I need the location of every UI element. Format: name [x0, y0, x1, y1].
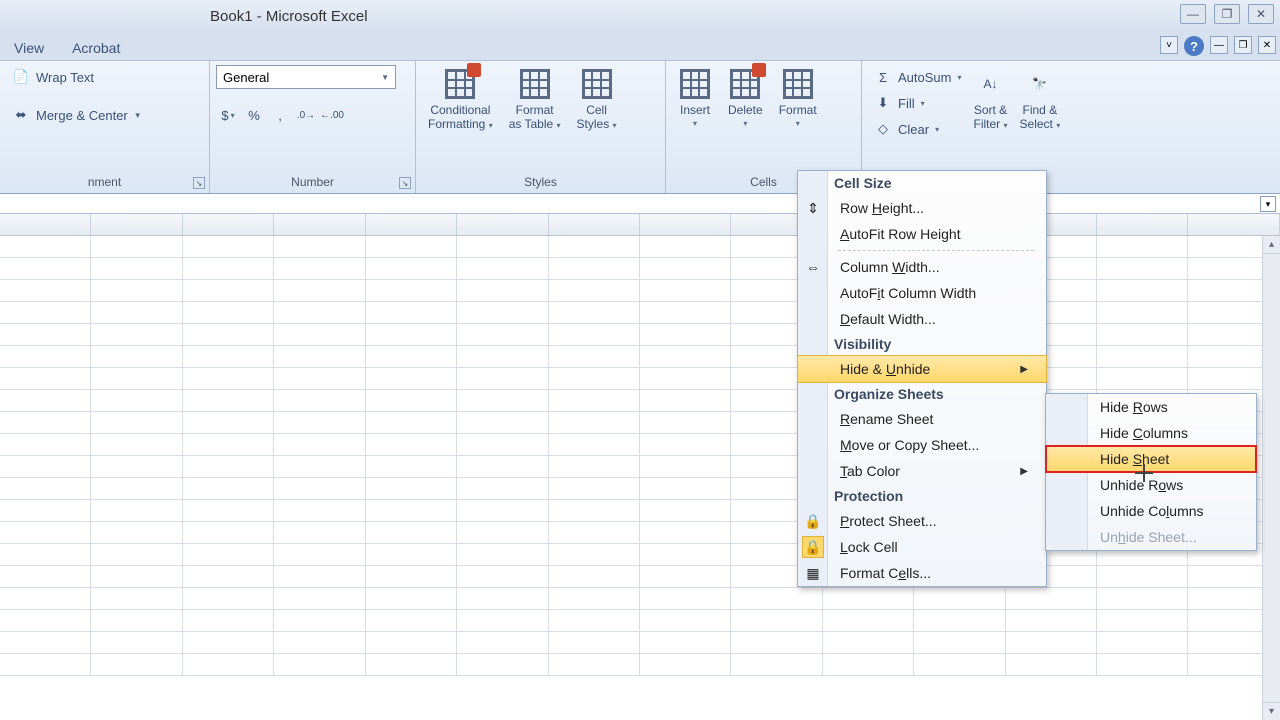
format-icon [781, 67, 815, 101]
increase-decimal-button[interactable]: .0→ [294, 103, 318, 127]
format-cells-icon: ▦ [802, 562, 824, 584]
insert-button[interactable]: Insert▾ [672, 65, 718, 131]
delete-icon [728, 67, 762, 101]
cell-styles-icon [580, 67, 614, 101]
merge-center-button[interactable]: ⬌ Merge & Center ▼ [6, 103, 203, 127]
find-select-button[interactable]: 🔭 Find &Select ▾ [1014, 65, 1067, 141]
column-width-icon: ⇔ [802, 256, 824, 278]
chevron-down-icon: ▼ [134, 111, 142, 120]
menu-hide-sheet[interactable]: Hide Sheet [1046, 446, 1256, 472]
submenu-arrow-icon: ▶ [1020, 364, 1028, 375]
menu-section-organize: Organize Sheets [798, 382, 1046, 406]
group-styles: ConditionalFormatting ▾ Formatas Table ▾… [416, 61, 666, 193]
formula-bar[interactable]: ▾ [0, 194, 1280, 214]
menu-format-cells[interactable]: ▦Format Cells... [798, 560, 1046, 586]
column-headers[interactable] [0, 214, 1280, 236]
chevron-down-icon: ▼ [381, 73, 389, 82]
vertical-scrollbar[interactable]: ▴ ▾ [1262, 236, 1280, 720]
row-height-icon: ⇕ [802, 197, 824, 219]
close-button[interactable]: ✕ [1248, 4, 1274, 24]
tab-view[interactable]: View [0, 36, 58, 60]
menu-hide-unhide[interactable]: Hide & Unhide▶ [797, 355, 1047, 383]
menu-autofit-column-width[interactable]: AutoFit Column Width [798, 280, 1046, 306]
maximize-button[interactable]: ❐ [1214, 4, 1240, 24]
window-title: Book1 - Microsoft Excel [210, 8, 368, 25]
comma-button[interactable]: , [268, 103, 292, 127]
format-as-table-button[interactable]: Formatas Table ▾ [503, 65, 567, 134]
scroll-up-icon[interactable]: ▴ [1263, 236, 1280, 254]
merge-icon: ⬌ [12, 106, 30, 124]
wrap-text-button[interactable]: 📄 Wrap Text [6, 65, 203, 89]
menu-tab-color[interactable]: Tab Color▶ [798, 458, 1046, 484]
menu-unhide-columns[interactable]: Unhide Columns [1046, 498, 1256, 524]
group-label-number: Number [216, 175, 409, 191]
wrap-text-icon: 📄 [12, 68, 30, 86]
delete-button[interactable]: Delete▾ [722, 65, 769, 131]
lock-cell-icon: 🔒 [802, 536, 824, 558]
hide-unhide-submenu: Hide Rows Hide Columns Hide Sheet Unhide… [1045, 393, 1257, 551]
ribbon-collapse-icon[interactable]: ˅ [1160, 36, 1178, 54]
group-label-styles: Styles [422, 175, 659, 191]
sigma-icon: Σ [874, 68, 892, 86]
menu-default-width[interactable]: Default Width... [798, 306, 1046, 332]
currency-button[interactable]: $▾ [216, 103, 240, 127]
ribbon: 📄 Wrap Text ⬌ Merge & Center ▼ nment ↘ G… [0, 60, 1280, 194]
group-alignment: 📄 Wrap Text ⬌ Merge & Center ▼ nment ↘ [0, 61, 210, 193]
conditional-formatting-icon [443, 67, 477, 101]
menu-protect-sheet[interactable]: 🔒Protect Sheet... [798, 508, 1046, 534]
insert-icon [678, 67, 712, 101]
menu-unhide-rows[interactable]: Unhide Rows [1046, 472, 1256, 498]
decrease-decimal-button[interactable]: ←.00 [320, 103, 344, 127]
tab-acrobat[interactable]: Acrobat [58, 36, 134, 60]
menu-hide-columns[interactable]: Hide Columns [1046, 420, 1256, 446]
merge-label: Merge & Center [36, 108, 128, 123]
number-dialog-launcher[interactable]: ↘ [399, 177, 411, 189]
group-label-alignment: nment [6, 175, 203, 191]
cond-label: ConditionalFormatting ▾ [428, 103, 493, 132]
sort-icon: A↓ [974, 67, 1008, 101]
eraser-icon: ◇ [874, 120, 892, 138]
scroll-down-icon[interactable]: ▾ [1263, 702, 1280, 720]
format-button[interactable]: Format▾ [773, 65, 823, 131]
ribbon-tabs: View Acrobat ˅ ? — ❐ ✕ [0, 32, 1280, 60]
alignment-dialog-launcher[interactable]: ↘ [193, 177, 205, 189]
help-icon[interactable]: ? [1184, 36, 1204, 56]
menu-section-protection: Protection [798, 484, 1046, 508]
fill-button[interactable]: ⬇Fill▾ [868, 91, 968, 115]
submenu-arrow-icon: ▶ [1020, 466, 1028, 477]
lock-icon: 🔒 [802, 510, 824, 532]
workbook-minimize-button[interactable]: — [1210, 36, 1228, 54]
sort-filter-button[interactable]: A↓ Sort &Filter ▾ [968, 65, 1014, 141]
format-table-icon [518, 67, 552, 101]
workbook-restore-button[interactable]: ❐ [1234, 36, 1252, 54]
clear-button[interactable]: ◇Clear▾ [868, 117, 968, 141]
menu-unhide-sheet[interactable]: Unhide Sheet... [1046, 524, 1256, 550]
table-label: Formatas Table ▾ [509, 103, 561, 132]
menu-section-cell-size: Cell Size [798, 171, 1046, 195]
menu-lock-cell[interactable]: 🔒Lock Cell [798, 534, 1046, 560]
percent-button[interactable]: % [242, 103, 266, 127]
binoculars-icon: 🔭 [1023, 67, 1057, 101]
formula-expand-icon[interactable]: ▾ [1260, 196, 1276, 212]
autosum-button[interactable]: ΣAutoSum▾ [868, 65, 968, 89]
group-number: General ▼ $▾ % , .0→ ←.00 Number ↘ [210, 61, 416, 193]
cellstyles-label: CellStyles ▾ [577, 103, 617, 132]
number-format-combo[interactable]: General ▼ [216, 65, 396, 89]
titlebar: Book1 - Microsoft Excel — ❐ ✕ [0, 0, 1280, 32]
conditional-formatting-button[interactable]: ConditionalFormatting ▾ [422, 65, 499, 134]
menu-row-height[interactable]: ⇕Row Height... [798, 195, 1046, 221]
number-format-value: General [223, 70, 269, 85]
menu-rename-sheet[interactable]: Rename Sheet [798, 406, 1046, 432]
workbook-close-button[interactable]: ✕ [1258, 36, 1276, 54]
menu-hide-rows[interactable]: Hide Rows [1046, 394, 1256, 420]
minimize-button[interactable]: — [1180, 4, 1206, 24]
fill-icon: ⬇ [874, 94, 892, 112]
menu-autofit-row-height[interactable]: AutoFit Row Height [798, 221, 1046, 247]
menu-column-width[interactable]: ⇔Column Width... [798, 254, 1046, 280]
wrap-text-label: Wrap Text [36, 70, 94, 85]
menu-section-visibility: Visibility [798, 332, 1046, 356]
cell-styles-button[interactable]: CellStyles ▾ [571, 65, 623, 134]
format-dropdown-menu: Cell Size ⇕Row Height... AutoFit Row Hei… [797, 170, 1047, 587]
menu-move-copy-sheet[interactable]: Move or Copy Sheet... [798, 432, 1046, 458]
